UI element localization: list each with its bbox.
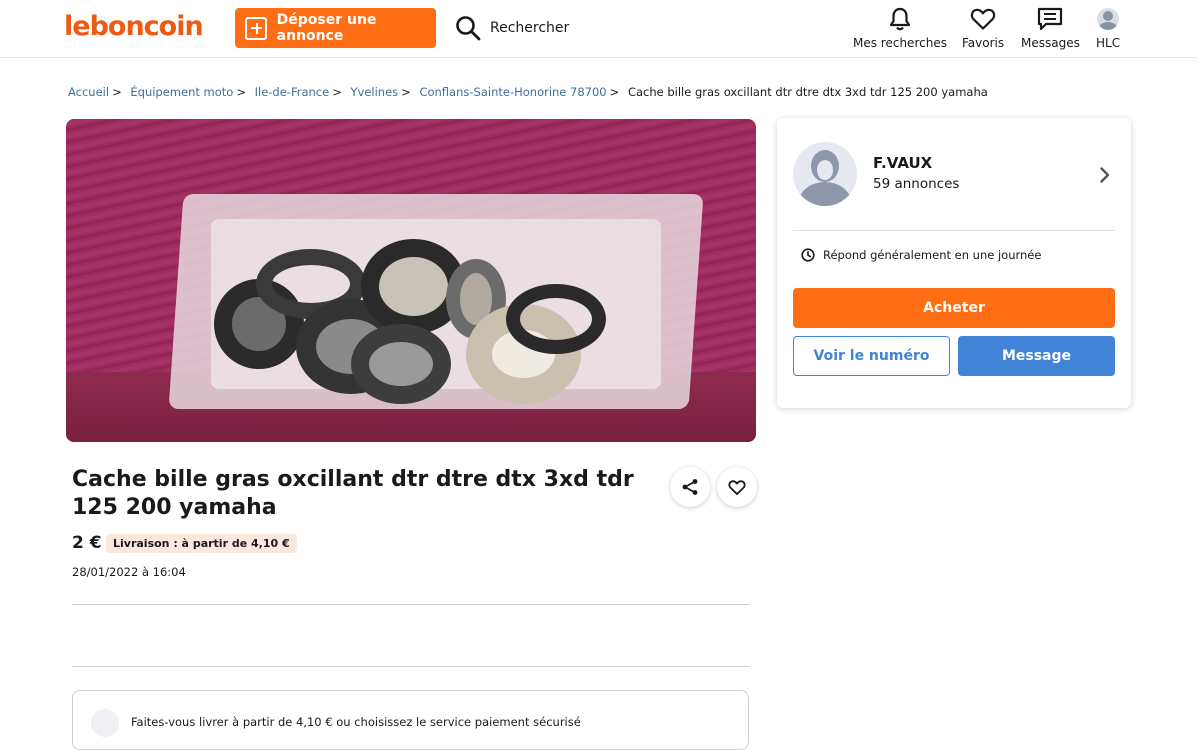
plus-square-icon (245, 16, 267, 40)
nav-mes-recherches[interactable]: Mes recherches (853, 6, 947, 50)
breadcrumb-separator: > (401, 85, 411, 99)
nav-user[interactable]: HLC (1096, 6, 1120, 50)
seller-listing-count: 59 annonces (873, 176, 960, 192)
deposer-annonce-label: Déposer une annonce (276, 12, 377, 44)
livraison-badge: Livraison : à partir de 4,10 € (106, 534, 297, 553)
breadcrumb-conflans[interactable]: Conflans-Sainte-Honorine 78700 (419, 85, 606, 99)
favorite-button[interactable] (717, 467, 757, 507)
leboncoin-logo[interactable]: leboncoin (64, 11, 204, 42)
breadcrumb-separator: > (236, 85, 246, 99)
breadcrumb-current: Cache bille gras oxcillant dtr dtre dtx … (627, 85, 988, 99)
listing-title: Cache bille gras oxcillant dtr dtre dtx … (72, 467, 634, 520)
top-header: leboncoin Déposer une annonce Rechercher… (0, 0, 1197, 58)
seller-card: F.VAUX 59 annonces Répond généralement e… (777, 118, 1131, 408)
share-icon (682, 479, 698, 495)
avatar (1097, 8, 1120, 30)
listing-photo[interactable] (66, 119, 756, 442)
nav-messages[interactable]: Messages (1021, 6, 1080, 50)
breadcrumb-equipement-moto[interactable]: Équipement moto (130, 85, 233, 99)
nav-favoris[interactable]: Favoris (962, 6, 1004, 50)
bell-icon (889, 7, 911, 31)
breadcrumb: Accueil > Équipement moto > Ile-de-France >… (68, 85, 988, 99)
acheter-button[interactable]: Acheter (793, 288, 1115, 328)
divider (72, 666, 749, 667)
package-icon (91, 709, 119, 737)
breadcrumb-separator: > (609, 85, 620, 99)
delivery-info-box: Faites-vous livrer à partir de 4,10 € ou… (72, 690, 749, 750)
search-label: Rechercher (490, 20, 570, 36)
nav-messages-label: Messages (1021, 36, 1080, 50)
search-link[interactable]: Rechercher (455, 15, 569, 41)
divider (793, 230, 1115, 231)
heart-icon (728, 479, 746, 495)
response-time: Répond généralement en une journée (801, 248, 1041, 262)
listing-date: 28/01/2022 à 16:04 (72, 565, 186, 579)
seller-avatar[interactable] (793, 142, 857, 206)
search-icon (456, 16, 481, 41)
photo-ring (351, 324, 451, 404)
avatar-face-shape (817, 160, 833, 180)
share-button[interactable] (670, 467, 710, 507)
chevron-right-icon[interactable] (1099, 166, 1111, 184)
nav-mes-recherches-label: Mes recherches (853, 36, 947, 50)
breadcrumb-yvelines[interactable]: Yvelines (351, 85, 399, 99)
clock-icon (801, 248, 815, 262)
voir-numero-button[interactable]: Voir le numéro (793, 336, 950, 376)
delivery-info-text: Faites-vous livrer à partir de 4,10 € ou… (131, 715, 581, 729)
divider (72, 604, 749, 605)
breadcrumb-ile-de-france[interactable]: Ile-de-France (255, 85, 330, 99)
response-time-text: Répond généralement en une journée (823, 248, 1042, 262)
heart-icon (970, 8, 996, 30)
nav-user-label: HLC (1096, 36, 1121, 50)
nav-favoris-label: Favoris (962, 36, 1005, 50)
avatar-body-shape (799, 182, 851, 206)
breadcrumb-accueil[interactable]: Accueil (68, 85, 109, 99)
seller-name[interactable]: F.VAUX (873, 154, 932, 172)
photo-ring (506, 284, 606, 354)
breadcrumb-separator: > (332, 85, 342, 99)
breadcrumb-separator: > (112, 85, 122, 99)
message-button[interactable]: Message (958, 336, 1115, 376)
message-icon (1038, 7, 1063, 31)
listing-price: 2 € (72, 533, 102, 553)
deposer-annonce-button[interactable]: Déposer une annonce (235, 8, 436, 48)
